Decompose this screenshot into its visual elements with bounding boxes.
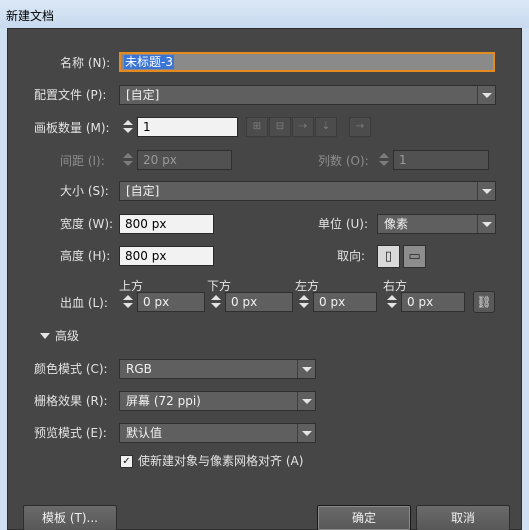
chevron-down-icon xyxy=(297,392,315,410)
profile-value: [自定] xyxy=(126,88,160,102)
document-name-value: 未标题-3 xyxy=(124,55,174,69)
align-pixel-grid-checkbox[interactable]: ✓ xyxy=(120,455,133,468)
profile-dropdown[interactable]: [自定] xyxy=(119,85,496,105)
bleed-label: 出血 (L): xyxy=(60,296,108,310)
size-dropdown[interactable]: [自定] xyxy=(119,181,496,201)
landscape-orientation-icon[interactable]: ▭ xyxy=(403,245,426,268)
width-input[interactable]: 800 px xyxy=(119,214,214,234)
bleed-bottom-stepper[interactable] xyxy=(209,292,223,312)
spacing-label: 间距 (I): xyxy=(60,154,105,168)
artboard-count-label: 画板数量 (M): xyxy=(34,121,110,135)
size-label: 大小 (S): xyxy=(60,184,109,198)
profile-label: 配置文件 (P): xyxy=(34,88,107,102)
chevron-down-icon xyxy=(477,215,495,233)
preview-mode-value: 默认值 xyxy=(126,426,163,440)
columns-label: 列数 (O): xyxy=(318,154,369,168)
bleed-bottom-input[interactable]: 0 px xyxy=(225,292,293,312)
templates-button[interactable]: 模板 (T)... xyxy=(23,505,117,530)
bleed-top-stepper[interactable] xyxy=(121,292,135,312)
preview-mode-label: 预览模式 (E): xyxy=(34,426,107,440)
size-value: [自定] xyxy=(126,184,160,198)
orientation-label: 取向: xyxy=(337,249,366,263)
color-mode-dropdown[interactable]: RGB xyxy=(119,359,316,379)
document-name-input[interactable]: 未标题-3 xyxy=(119,52,495,72)
height-label: 高度 (H): xyxy=(60,249,111,263)
color-mode-value: RGB xyxy=(126,362,152,376)
chevron-down-icon xyxy=(297,360,315,378)
units-dropdown[interactable]: 像素 xyxy=(377,214,496,234)
bleed-right-input[interactable]: 0 px xyxy=(401,292,465,312)
window-title: 新建文档 xyxy=(6,9,55,23)
bleed-left-stepper[interactable] xyxy=(297,292,311,312)
right-to-left-icon[interactable]: → xyxy=(349,117,371,137)
chevron-down-icon xyxy=(477,182,495,200)
raster-effects-label: 栅格效果 (R): xyxy=(34,394,108,408)
name-label: 名称 (N): xyxy=(60,56,111,70)
arrange-by-row-icon[interactable]: ⇢ xyxy=(292,117,314,137)
columns-stepper xyxy=(377,150,391,170)
units-value: 像素 xyxy=(384,217,409,231)
chevron-down-icon xyxy=(297,424,315,442)
width-label: 宽度 (W): xyxy=(60,217,114,231)
spacing-input: 20 px xyxy=(137,150,232,170)
artboard-count-input[interactable]: 1 xyxy=(137,117,238,137)
advanced-heading: 高级 xyxy=(55,329,80,343)
align-pixel-grid-label: 使新建对象与像素网格对齐 (A) xyxy=(138,454,304,468)
raster-effects-dropdown[interactable]: 屏幕 (72 ppi) xyxy=(119,391,316,411)
bleed-right-stepper[interactable] xyxy=(385,292,399,312)
height-input[interactable]: 800 px xyxy=(119,246,214,266)
chevron-down-icon xyxy=(477,86,495,104)
grid-by-column-icon[interactable]: ⊟ xyxy=(269,117,291,137)
bleed-left-input[interactable]: 0 px xyxy=(313,292,377,312)
window-titlebar: 新建文档 xyxy=(0,0,529,28)
preview-mode-dropdown[interactable]: 默认值 xyxy=(119,423,316,443)
new-document-dialog: 名称 (N): 未标题-3 配置文件 (P): [自定] 画板数量 (M): 1… xyxy=(7,28,522,530)
color-mode-label: 颜色模式 (C): xyxy=(34,362,108,376)
portrait-orientation-icon[interactable]: ▯ xyxy=(377,245,400,268)
artboard-count-stepper[interactable] xyxy=(121,117,135,137)
bleed-top-input[interactable]: 0 px xyxy=(137,292,205,312)
columns-input: 1 xyxy=(393,150,489,170)
collapse-triangle-icon[interactable] xyxy=(40,333,50,339)
cancel-button[interactable]: 取消 xyxy=(416,505,510,530)
grid-by-row-icon[interactable]: ⊞ xyxy=(246,117,268,137)
link-icon[interactable]: ⛓ xyxy=(473,291,495,313)
units-label: 单位 (U): xyxy=(318,217,369,231)
raster-effects-value: 屏幕 (72 ppi) xyxy=(126,394,201,408)
arrange-by-column-icon[interactable]: ⇣ xyxy=(315,117,337,137)
ok-button[interactable]: 确定 xyxy=(317,505,411,530)
spacing-stepper xyxy=(121,150,135,170)
